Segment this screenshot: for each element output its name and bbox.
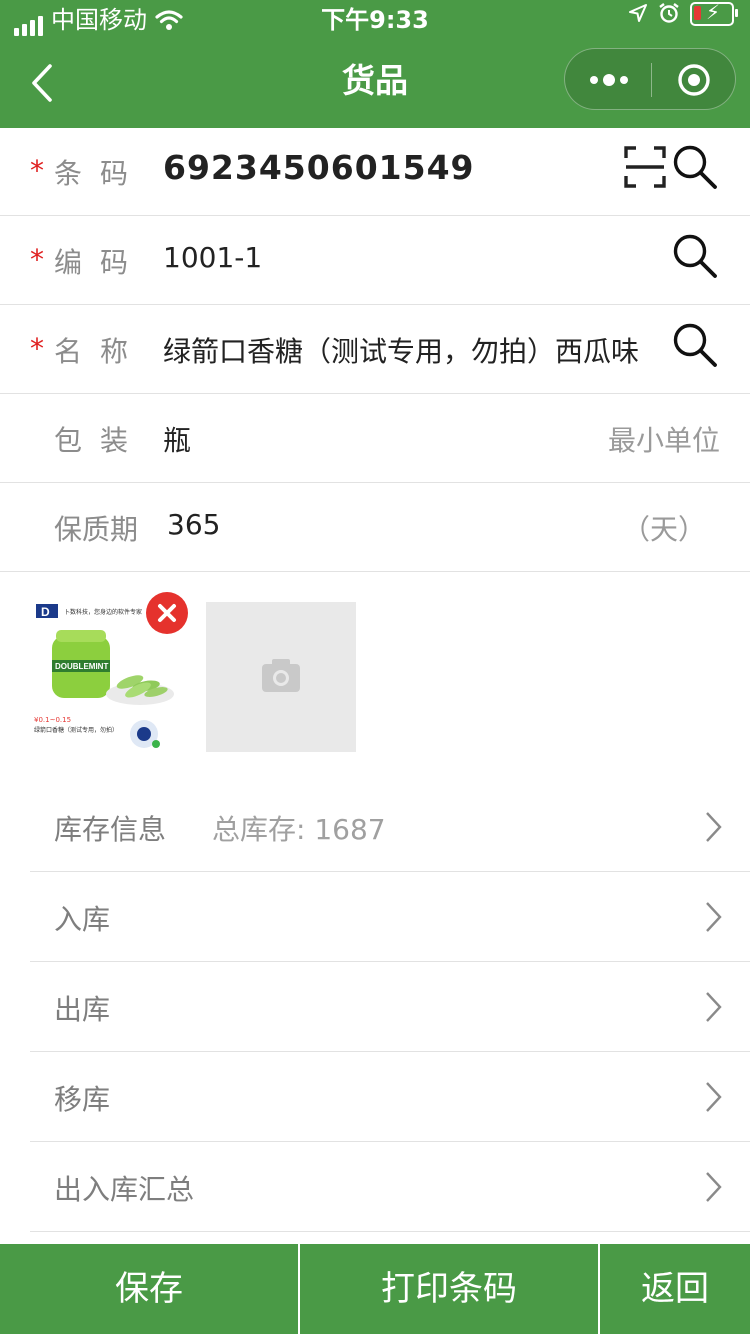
product-brand: DOUBLEMINT — [55, 662, 108, 671]
chevron-right-icon — [706, 1172, 722, 1202]
close-icon — [158, 604, 176, 622]
remove-image-button[interactable] — [146, 592, 188, 634]
list-item-label: 入库 — [54, 903, 111, 936]
list-item-stock-in[interactable]: 入库 — [30, 872, 750, 962]
code-field[interactable]: 1001-1 — [163, 241, 262, 274]
list-item-label: 出库 — [54, 993, 111, 1026]
status-right: ⚡ — [628, 0, 738, 26]
barcode-row: * 条码 6923450601549 — [0, 128, 750, 216]
chevron-right-icon — [706, 1082, 722, 1112]
chevron-right-icon — [706, 992, 722, 1022]
scan-icon[interactable] — [624, 146, 666, 188]
name-field[interactable]: 绿箭口香糖（测试专用，勿拍）西瓜味 — [163, 330, 639, 370]
name-row: * 名称 绿箭口香糖（测试专用，勿拍）西瓜味 — [0, 306, 750, 394]
svg-text:D: D — [41, 605, 50, 619]
list-item-stock-out[interactable]: 出库 — [30, 962, 750, 1052]
package-label: 包装 — [54, 424, 147, 457]
list-item-summary[interactable]: 出入库汇总 — [30, 1142, 750, 1232]
list-item-label: 移库 — [54, 1083, 111, 1116]
chevron-right-icon — [706, 902, 722, 932]
list-item-transfer[interactable]: 移库 — [30, 1052, 750, 1142]
barcode-label: 条码 — [54, 157, 147, 190]
search-icon[interactable] — [670, 231, 720, 281]
code-row: * 编码 1001-1 — [0, 217, 750, 305]
camera-icon — [262, 659, 300, 692]
name-label: 名称 — [54, 335, 147, 368]
shelf-life-field[interactable]: 365 — [167, 508, 220, 541]
code-label: 编码 — [54, 246, 147, 279]
barcode-field[interactable]: 6923450601549 — [163, 148, 475, 187]
add-photo-button[interactable] — [206, 602, 356, 752]
shelf-life-row: 保质期 365 （天） — [0, 484, 750, 572]
top-bar: 中国移动 下午9:33 ⚡ 货品 — [0, 0, 750, 128]
shelf-life-unit: （天） — [621, 513, 706, 546]
search-icon[interactable] — [670, 320, 720, 370]
more-dots-icon[interactable] — [589, 49, 629, 111]
search-icon[interactable] — [670, 142, 720, 192]
mini-program-capsule — [564, 48, 736, 110]
status-bar: 中国移动 下午9:33 ⚡ — [0, 0, 750, 40]
save-button[interactable]: 保存 — [0, 1244, 300, 1334]
bottom-action-bar: 保存 打印条码 返回 — [0, 1244, 750, 1334]
chevron-right-icon — [706, 812, 722, 842]
back-button[interactable]: 返回 — [600, 1244, 750, 1334]
list-item-label: 库存信息 — [54, 813, 167, 846]
package-field[interactable]: 瓶 — [163, 419, 191, 459]
target-icon[interactable] — [677, 63, 711, 97]
location-icon — [629, 4, 647, 22]
battery-charging-icon: ⚡ — [690, 1, 738, 26]
product-caption: 绿箭口香糖（测试专用，勿拍） — [34, 726, 118, 734]
alarm-icon — [659, 3, 679, 23]
product-price: ¥0.1~0.15 — [34, 716, 71, 724]
total-stock-text: 总库存: 1687 — [212, 813, 386, 846]
list-item-label: 出入库汇总 — [54, 1173, 195, 1206]
required-mark: * — [30, 154, 44, 187]
required-mark: * — [30, 243, 44, 276]
required-mark: * — [30, 332, 44, 365]
shelf-life-label: 保质期 — [54, 513, 139, 546]
package-hint: 最小单位 — [607, 424, 720, 457]
capsule-divider — [651, 63, 652, 97]
print-barcode-button[interactable]: 打印条码 — [300, 1244, 600, 1334]
product-top-text: 卜数科技，您身边的软件专家 — [64, 608, 142, 616]
list-item-inventory[interactable]: 库存信息 总库存: 1687 — [30, 782, 750, 872]
package-row: 包装 瓶 最小单位 — [0, 395, 750, 483]
